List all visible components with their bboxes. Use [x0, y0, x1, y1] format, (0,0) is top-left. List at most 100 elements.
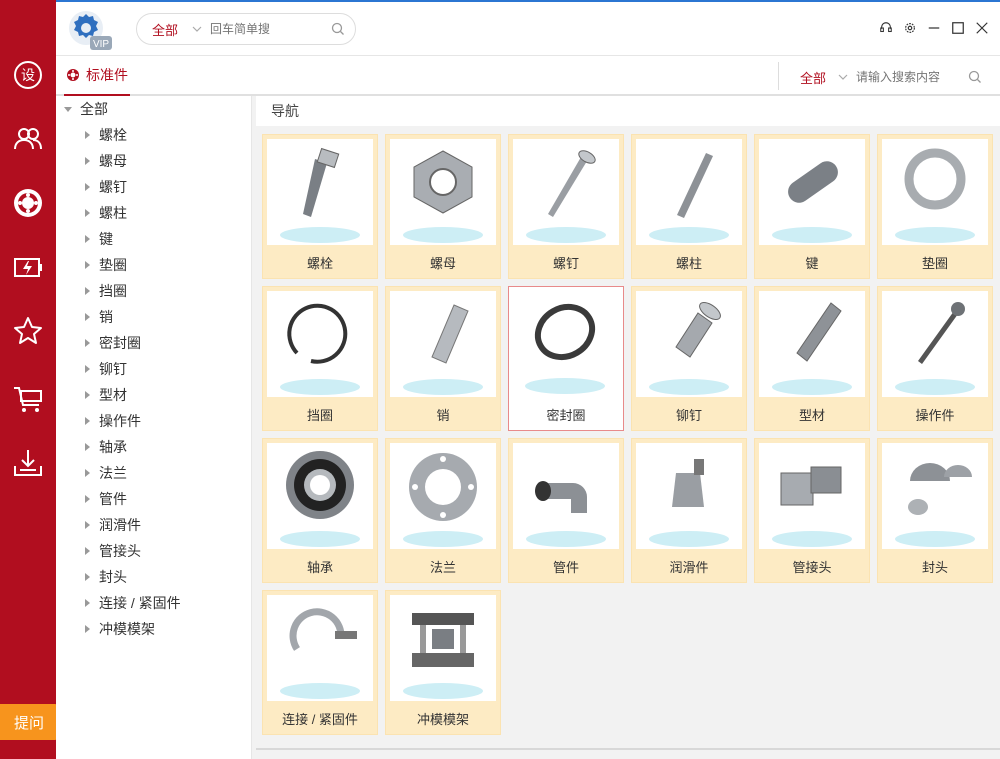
search-icon[interactable] [331, 22, 345, 36]
caret-right-icon[interactable] [83, 313, 91, 321]
part-card-end-cap[interactable]: 封头 [877, 438, 993, 583]
users-icon[interactable] [0, 114, 56, 164]
part-card-clamp[interactable]: 连接 / 紧固件 [262, 590, 378, 735]
battery-icon[interactable] [0, 242, 56, 292]
caret-down-icon[interactable] [64, 105, 72, 113]
settings-gear-icon[interactable] [902, 20, 918, 36]
tree-item[interactable]: 润滑件 [83, 514, 141, 536]
caret-right-icon[interactable] [83, 131, 91, 139]
caret-right-icon[interactable] [83, 365, 91, 373]
tree-item[interactable]: 轴承 [83, 436, 127, 458]
tree-item[interactable]: 封头 [83, 566, 127, 588]
pipe-connector-image [759, 443, 865, 549]
star-icon[interactable] [0, 306, 56, 356]
tree-root-label: 全部 [80, 101, 108, 117]
tree-item[interactable]: 冲模模架 [83, 618, 155, 640]
card-label: 螺母 [429, 255, 456, 271]
chevron-down-icon[interactable] [838, 72, 848, 82]
close-icon[interactable] [974, 20, 990, 36]
part-card-bearing[interactable]: 轴承 [262, 438, 378, 583]
headset-icon[interactable] [878, 20, 894, 36]
tree-item-label: 轴承 [99, 439, 127, 455]
tree-item[interactable]: 连接 / 紧固件 [83, 592, 181, 614]
part-card-retaining-ring[interactable]: 挡圈 [262, 286, 378, 431]
tree-item[interactable]: 密封圈 [83, 332, 141, 354]
part-card-bolt[interactable]: 螺栓 [262, 134, 378, 279]
download-icon[interactable] [0, 438, 56, 488]
card-label: 操作件 [915, 407, 955, 423]
part-card-stud[interactable]: 螺柱 [631, 134, 747, 279]
caret-right-icon[interactable] [83, 573, 91, 581]
caret-right-icon[interactable] [83, 339, 91, 347]
caret-right-icon[interactable] [83, 599, 91, 607]
caret-right-icon[interactable] [83, 157, 91, 165]
tree-item[interactable]: 法兰 [83, 462, 127, 484]
caret-right-icon[interactable] [83, 521, 91, 529]
card-label: 螺栓 [306, 255, 333, 271]
caret-right-icon[interactable] [83, 443, 91, 451]
content-search-scope[interactable]: 全部 [800, 68, 826, 87]
ask-button[interactable]: 提问 [0, 704, 58, 740]
tree-root[interactable]: 全部 [64, 98, 108, 120]
card-label: 垫圈 [921, 255, 948, 271]
tree-item[interactable]: 挡圈 [83, 280, 127, 302]
tree-item[interactable]: 销 [83, 306, 113, 328]
content-search-input[interactable] [856, 70, 957, 84]
tab-standard-parts[interactable]: 标准件 [64, 56, 130, 96]
caret-right-icon[interactable] [83, 495, 91, 503]
key-image [759, 139, 865, 245]
caret-right-icon[interactable] [83, 209, 91, 217]
tree-item[interactable]: 螺母 [83, 150, 127, 172]
caret-right-icon[interactable] [83, 183, 91, 191]
tree-item[interactable]: 螺钉 [83, 176, 127, 198]
part-card-flange[interactable]: 法兰 [385, 438, 501, 583]
part-card-die-set[interactable]: 冲模模架 [385, 590, 501, 735]
card-label: 润滑件 [669, 559, 709, 575]
part-card-pipe-fitting[interactable]: 管件 [508, 438, 624, 583]
search-scope-select[interactable]: 全部 [152, 20, 178, 39]
part-card-seal-ring[interactable]: 密封圈 [508, 286, 624, 431]
caret-right-icon[interactable] [83, 547, 91, 555]
end-cap-image [882, 443, 988, 549]
caret-right-icon[interactable] [83, 417, 91, 425]
caret-right-icon[interactable] [83, 261, 91, 269]
part-card-rivet[interactable]: 铆钉 [631, 286, 747, 431]
part-card-pin[interactable]: 销 [385, 286, 501, 431]
caret-right-icon[interactable] [83, 287, 91, 295]
vip-badge: VIP [93, 39, 109, 50]
tree-item[interactable]: 管接头 [83, 540, 141, 562]
card-label: 销 [436, 407, 450, 423]
tree-item[interactable]: 铆钉 [83, 358, 127, 380]
caret-right-icon[interactable] [83, 391, 91, 399]
minimize-icon[interactable] [926, 20, 942, 36]
part-card-nut[interactable]: 螺母 [385, 134, 501, 279]
tree-item[interactable]: 管件 [83, 488, 127, 510]
search-icon[interactable] [968, 70, 982, 84]
maximize-icon[interactable] [950, 20, 966, 36]
tree-item[interactable]: 垫圈 [83, 254, 127, 276]
top-search-input[interactable] [210, 22, 321, 36]
bolt-image [267, 139, 373, 245]
part-card-screw[interactable]: 螺钉 [508, 134, 624, 279]
part-card-operating-part[interactable]: 操作件 [877, 286, 993, 431]
chevron-down-icon[interactable] [192, 24, 202, 34]
window-controls [878, 20, 990, 36]
caret-right-icon[interactable] [83, 469, 91, 477]
caret-right-icon[interactable] [83, 235, 91, 243]
part-card-pipe-connector[interactable]: 管接头 [754, 438, 870, 583]
part-card-lubricator[interactable]: 润滑件 [631, 438, 747, 583]
cart-icon[interactable] [0, 374, 56, 424]
tree-item[interactable]: 键 [83, 228, 113, 250]
tree-item[interactable]: 型材 [83, 384, 127, 406]
design-icon[interactable]: 设 [0, 50, 56, 100]
tree-item[interactable]: 操作件 [83, 410, 141, 432]
part-card-key[interactable]: 键 [754, 134, 870, 279]
tree-item[interactable]: 螺栓 [83, 124, 127, 146]
caret-right-icon[interactable] [83, 625, 91, 633]
card-label: 挡圈 [306, 407, 333, 423]
part-card-profile[interactable]: 型材 [754, 286, 870, 431]
tree-item-label: 挡圈 [99, 283, 127, 299]
tree-item[interactable]: 螺柱 [83, 202, 127, 224]
bearing-icon[interactable] [0, 178, 56, 228]
part-card-washer[interactable]: 垫圈 [877, 134, 993, 279]
